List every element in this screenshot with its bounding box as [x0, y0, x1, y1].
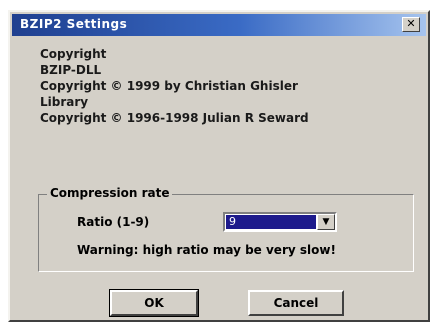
ratio-label: Ratio (1-9): [77, 215, 150, 229]
copyright-line: BZIP-DLL: [40, 63, 102, 77]
ok-button[interactable]: OK: [109, 289, 199, 317]
ratio-dropdown[interactable]: 9 ▼: [223, 212, 337, 232]
group-title: Compression rate: [47, 186, 173, 200]
copyright-line: Copyright © 1999 by Christian Ghisler: [40, 79, 298, 93]
copyright-block: Copyright BZIP-DLL Copyright © 1999 by C…: [40, 46, 420, 126]
dropdown-button[interactable]: ▼: [317, 214, 335, 230]
warning-text: Warning: high ratio may be very slow!: [77, 243, 336, 257]
chevron-down-icon: ▼: [322, 217, 330, 227]
ratio-value: 9: [226, 215, 316, 229]
copyright-line: Copyright: [40, 47, 107, 61]
copyright-line: Library: [40, 95, 89, 109]
title-bar[interactable]: BZIP2 Settings ✕: [12, 14, 426, 36]
close-icon: ✕: [406, 17, 416, 30]
cancel-button[interactable]: Cancel: [248, 290, 344, 316]
window-title: BZIP2 Settings: [20, 17, 128, 31]
copyright-line: Copyright © 1996-1998 Julian R Seward: [40, 111, 309, 125]
compression-rate-group: Compression rate Ratio (1-9) 9 ▼ Warning…: [38, 186, 414, 272]
close-button[interactable]: ✕: [402, 17, 420, 32]
settings-dialog: BZIP2 Settings ✕ Copyright BZIP-DLL Copy…: [8, 10, 430, 322]
